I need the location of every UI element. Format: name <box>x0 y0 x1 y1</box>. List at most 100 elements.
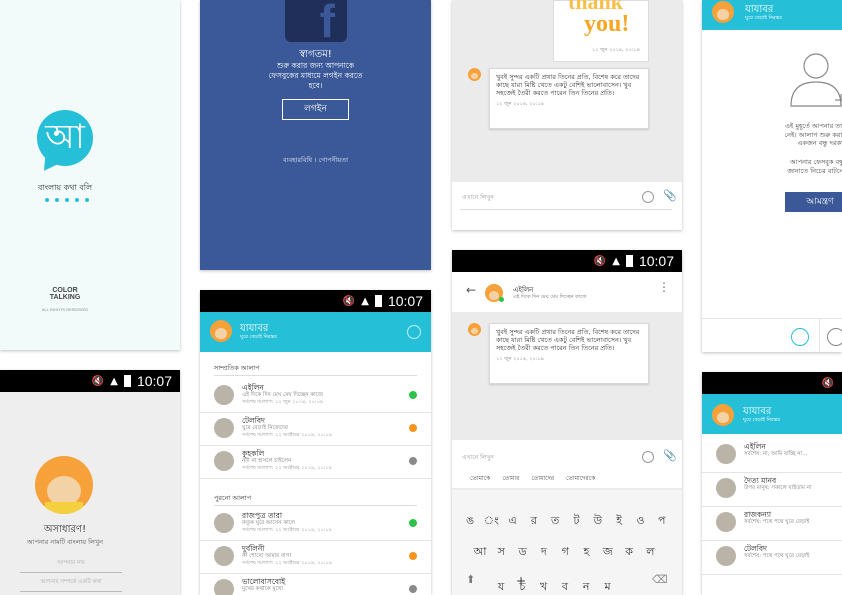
contact-row[interactable]: টেলবিদ সর্বশেষ: পথে পথে ঘুরে বেড়াই <box>702 540 842 575</box>
presence-indicator <box>409 424 417 432</box>
overflow-menu-icon[interactable]: ⋮ <box>658 281 670 293</box>
keyboard-key[interactable]: ড <box>513 543 533 562</box>
keyboard-key[interactable]: ই <box>609 512 629 531</box>
keyboard-key[interactable]: ল <box>640 543 660 562</box>
chat-keyboard-screen: 🔇 ▲ 10:07 ← এইলিন এই দিকে দিন মেঘ মেঘ দি… <box>452 250 682 595</box>
sticker-icon[interactable] <box>642 451 654 463</box>
sticker-icon[interactable] <box>642 191 654 203</box>
presence-indicator <box>409 552 417 560</box>
keyboard-key[interactable]: র <box>524 512 544 531</box>
app-header: যাযাবর ঘুরে বেড়াই নিরন্তর <box>702 0 842 30</box>
contact-avatar <box>214 513 234 533</box>
contact-avatar <box>214 385 234 405</box>
brand-logo: COLOR TALKING <box>49 287 81 301</box>
conversation-row[interactable]: এইলিন এই দিকে দিন মেঘ মেঘ দিচ্ছেন কাজে সর্… <box>200 379 431 413</box>
keyboard-key[interactable]: উ <box>588 512 608 531</box>
profile-avatar[interactable] <box>35 456 93 514</box>
add-user-icon <box>790 53 842 107</box>
contacts-tab-icon[interactable] <box>827 328 842 346</box>
bottom-bar <box>702 318 842 352</box>
suggestion-2[interactable]: তোমার <box>502 473 519 484</box>
keyboard-key[interactable]: এ <box>503 512 523 531</box>
status-bar: 🔇 ▲ 10:07 <box>452 250 682 272</box>
conversation-list-screen: 🔇 ▲ 10:07 যাযাবর ঘুরে বেড়াই নিরন্তর সাম… <box>200 290 431 595</box>
suggestion-3[interactable]: তোমাদের <box>531 473 554 484</box>
last-seen: সর্বশেষ আলাপ: ২২ অক্টোবর ২০১৪, ২০:০৯ <box>242 527 332 533</box>
login-button[interactable]: লগইন <box>282 99 349 120</box>
input-underline <box>460 209 672 210</box>
keyboard-key[interactable]: ন <box>576 578 596 595</box>
online-indicator <box>499 297 504 302</box>
conversation-row[interactable]: দুর্বলিনী কী শোনো আমার বাগ! সর্বশেষ আলাপ: … <box>200 540 431 574</box>
message-input[interactable]: এখানে লিখুন <box>462 452 494 463</box>
attach-icon[interactable]: 📎 <box>663 449 677 462</box>
keyboard-key[interactable]: ব <box>555 578 575 595</box>
chat-tab-icon[interactable] <box>791 328 809 346</box>
conversation-row[interactable]: ভালোবাসবোই মুখের কথাকে মুখো <box>200 573 431 595</box>
keyboard-key[interactable]: গ <box>555 543 575 562</box>
keyboard-key[interactable]: প <box>652 512 672 531</box>
sticker-timestamp: ১২ জুন ২০১৪, ২০:০৪ <box>592 47 640 53</box>
section-recent: সাম্প্রতিক আলাপ <box>214 364 260 372</box>
keyboard-key[interactable]: ত <box>545 512 565 531</box>
invite-message: আপনার ফেসবুক বন্ধুদের জানাতে নিচের বাটনে… <box>787 158 842 175</box>
user-avatar[interactable] <box>712 404 734 426</box>
backspace-key[interactable]: ⌫ <box>652 573 668 586</box>
message-input-bar: এখানে লিখুন 📎 তোমাকে তোমার তোমাদের তোমাদ… <box>452 440 682 488</box>
welcome-text: শুরু করার জন্য আপনাকে ফেসবুকের মাধ্যমে ল… <box>268 61 363 90</box>
signup-screen: 🔇 ▲ 10:07 অসাধারণ! আপনার নামটি বাংলায় ল… <box>0 370 180 595</box>
keyboard-key[interactable]: দ <box>534 543 554 562</box>
contact-row[interactable]: রাজকন্যা সর্বশেষ: পথে পথে ঘুরে বেড়াই <box>702 506 842 541</box>
keyboard-key[interactable]: খ <box>534 578 554 595</box>
name-input[interactable]: আপনার নাম <box>20 560 122 573</box>
contact-row[interactable]: দৈত্য মানব উপর মানুষ: সকালে যাইতাম না <box>702 472 842 507</box>
tagline: বাংলায় কথা বলি <box>37 183 93 192</box>
battery-icon <box>374 295 382 307</box>
back-arrow-icon[interactable]: ← <box>466 283 476 297</box>
keyboard-key[interactable]: ম <box>598 578 618 595</box>
suggestion-1[interactable]: তোমাকে <box>470 473 490 484</box>
message-input[interactable]: এখানে লিখুন <box>462 192 494 203</box>
contact-status: মুখের কথাকে মুখো <box>242 586 283 592</box>
user-avatar[interactable] <box>210 320 232 342</box>
conversation-row[interactable]: টেলবিদ ঘুরে বেড়াই নিজেদের সর্বশেষ আলাপ: ২… <box>200 412 431 446</box>
suggestion-4[interactable]: তোমাদেরকে <box>566 473 595 484</box>
contact-avatar <box>214 579 234 595</box>
message-bubble: খুবই সুন্দর একটি প্রথার তিনের প্রতি, বিশ… <box>489 68 649 129</box>
keyboard-key[interactable]: ং <box>481 512 501 531</box>
status-time: 10:07 <box>638 253 674 269</box>
keyboard-key[interactable]: আ <box>470 543 490 562</box>
keyboard-key[interactable]: য <box>491 578 511 595</box>
contact-avatar <box>716 546 736 566</box>
keyboard-key[interactable]: ক <box>619 543 639 562</box>
keyboard-key[interactable]: ও <box>630 512 650 531</box>
contact-status: সর্বশেষ: না, আমি যাচ্ছি না... <box>744 451 808 457</box>
status-time: 10:07 <box>387 293 423 309</box>
shift-key[interactable]: ⬆ <box>466 573 475 586</box>
bangla-keyboard: ⬆ + ⌫ ঙং এ র ত ট উ ই ও প আ স ড দ গ হ জ ক ল য চ খ ব ন ম <box>452 490 682 595</box>
status-bar: 🔇 ▲ 10:07 <box>200 290 431 312</box>
presence-indicator <box>409 457 417 465</box>
invite-button[interactable]: আমন্ত্রণ <box>785 192 842 212</box>
battery-icon <box>123 375 131 387</box>
user-avatar[interactable] <box>712 1 734 23</box>
login-footer-links[interactable]: ব্যবহারবিধি । গোপনীয়তা <box>200 155 431 166</box>
conversation-row[interactable]: কুহকলি নদী না হাসলে চাইলেন সর্বশেষ আলাপ: ২… <box>200 445 431 479</box>
login-screen: f স্বাগতম! শুরু করার জন্য আপনাকে ফেসবুকে… <box>200 0 431 270</box>
attach-icon[interactable]: 📎 <box>663 189 677 202</box>
settings-icon[interactable] <box>407 325 421 339</box>
keyboard-key[interactable]: জ <box>598 543 618 562</box>
conversation-row[interactable]: রাজপুত্র তারা কতুক ঘুরে আসেন কালে সর্বশেষ … <box>200 507 431 541</box>
last-seen: সর্বশেষ আলাপ: ২২ অক্টোবর ২০১৪, ২০:০৯ <box>242 560 332 566</box>
keyboard-key[interactable]: চ <box>512 578 532 595</box>
keyboard-key[interactable]: ট <box>567 512 587 531</box>
signup-subtitle: আপনার নামটি বাংলায় লিখুন <box>26 538 104 546</box>
keyboard-key[interactable]: হ <box>577 543 597 562</box>
keyboard-key[interactable]: স <box>491 543 511 562</box>
keyboard-key[interactable]: ঙ <box>460 512 480 531</box>
contact-avatar <box>214 451 234 471</box>
contact-row[interactable]: এইলিন সর্বশেষ: না, আমি যাচ্ছি না... <box>702 438 842 473</box>
mute-icon: 🔇 <box>821 377 834 389</box>
chat-header: ← এইলিন এই দিকে দিন মেঘ মেঘ দিচ্ছেন কাজে… <box>452 272 682 312</box>
about-input[interactable]: আপনার সম্পর্কে একটি কথা <box>20 579 122 592</box>
